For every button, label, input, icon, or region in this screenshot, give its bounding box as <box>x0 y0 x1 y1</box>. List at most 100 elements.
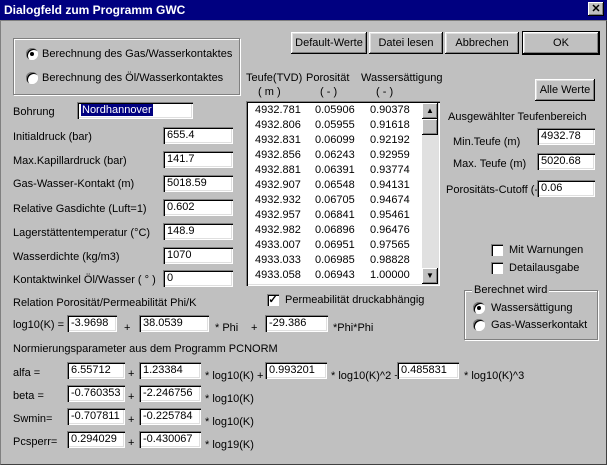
alfa-plus: + <box>128 368 135 380</box>
water-saturation-unit: ( - ) <box>376 86 394 98</box>
water-saturation-radio-label: Wassersättigung <box>491 302 573 314</box>
detail-output-checkbox[interactable] <box>491 262 503 274</box>
swmin-log-term: * log10(K) <box>205 416 254 428</box>
water-saturation-cell: 0.98828 <box>370 254 410 266</box>
contact-angle-label: Kontaktwinkel Öl/Wasser ( ° ) <box>13 274 156 286</box>
depth-unit: ( m ) <box>258 86 281 98</box>
depth-cell: 4932.982 <box>255 224 301 236</box>
water-saturation-cell: 0.92192 <box>370 134 410 146</box>
contact-angle-input[interactable]: 0 <box>163 270 233 287</box>
porosity-cutoff-label: Porositäts-Cutoff (-) <box>446 184 542 196</box>
porosity-cutoff-input[interactable]: 0.06 <box>537 180 595 197</box>
log-k-label: log10(K) = <box>13 319 65 331</box>
list-scrollbar[interactable]: ▲ ▼ <box>422 103 438 284</box>
alfa-3-input[interactable]: 0.993201 <box>265 362 327 379</box>
default-values-button[interactable]: Default-Werte <box>291 32 367 54</box>
ok-button[interactable]: OK <box>523 32 599 54</box>
gas-water-contact-radio[interactable] <box>473 319 485 331</box>
table-row[interactable]: 4932.781 0.05906 0.90378 <box>255 104 425 117</box>
alfa-4-input[interactable]: 0.485831 <box>397 362 459 379</box>
swmin-1-input[interactable]: -0.707811 <box>67 408 125 425</box>
pcsperr-2-input[interactable]: -0.430067 <box>139 431 201 448</box>
pcsperr-1-input[interactable]: 0.294029 <box>67 431 125 448</box>
table-row[interactable]: 4932.881 0.06391 0.93774 <box>255 164 425 177</box>
alfa-label: alfa = <box>13 367 41 379</box>
table-row[interactable]: 4932.806 0.05955 0.91618 <box>255 119 425 132</box>
beta-label: beta = <box>13 390 44 402</box>
mode-oil-water-radio[interactable] <box>26 72 38 84</box>
max-capillary-pressure-input[interactable]: 141.7 <box>163 151 233 168</box>
depth-cell: 4933.033 <box>255 254 301 266</box>
depth-cell: 4932.932 <box>255 194 301 206</box>
all-values-button[interactable]: Alle Werte <box>535 79 595 101</box>
relation-b-input[interactable]: 38.0539 <box>139 315 209 332</box>
scroll-thumb[interactable] <box>422 119 438 135</box>
scroll-down-icon[interactable]: ▼ <box>422 268 438 284</box>
table-row[interactable]: 4932.932 0.06705 0.94674 <box>255 194 425 207</box>
depth-cell: 4932.831 <box>255 134 301 146</box>
min-depth-input[interactable]: 4932.78 <box>537 128 595 145</box>
swmin-2-input[interactable]: -0.225784 <box>139 408 201 425</box>
max-depth-input[interactable]: 5020.68 <box>537 153 595 170</box>
alfa-log-term: * log10(K) + <box>205 370 264 382</box>
depth-cell: 4933.058 <box>255 269 301 281</box>
table-row[interactable]: 4932.856 0.06243 0.92959 <box>255 149 425 162</box>
table-row[interactable]: 4932.957 0.06841 0.95461 <box>255 209 425 222</box>
porosity-cell: 0.06548 <box>315 179 355 191</box>
table-row[interactable]: 4932.907 0.06548 0.94131 <box>255 179 425 192</box>
close-icon[interactable]: ✕ <box>588 2 604 16</box>
pcsperr-log-term: * log19(K) <box>205 439 254 451</box>
beta-log-term: * log10(K) <box>205 393 254 405</box>
title-bar: Dialogfeld zum Programm GWC ✕ <box>0 0 607 20</box>
initial-pressure-input[interactable]: 655.4 <box>163 127 233 144</box>
alfa-2-input[interactable]: 1.23384 <box>139 362 201 379</box>
table-row[interactable]: 4932.831 0.06099 0.92192 <box>255 134 425 147</box>
water-saturation-radio[interactable] <box>473 302 485 314</box>
warnings-label: Mit Warnungen <box>509 244 584 256</box>
water-saturation-cell: 0.91618 <box>370 119 410 131</box>
warnings-checkbox[interactable] <box>491 244 503 256</box>
depth-cell: 4932.881 <box>255 164 301 176</box>
porosity-unit: ( - ) <box>320 86 338 98</box>
table-row[interactable]: 4933.058 0.06943 1.00000 <box>255 269 425 282</box>
reservoir-temperature-label: Lagerstättentemperatur (°C) <box>13 227 151 239</box>
cancel-button[interactable]: Abbrechen <box>445 32 519 54</box>
depth-cell: 4932.781 <box>255 104 301 116</box>
pressure-dependent-checkbox[interactable]: ✓ <box>267 294 279 306</box>
load-file-button[interactable]: Datei lesen <box>369 32 443 54</box>
window-title: Dialogfeld zum Programm GWC <box>4 3 186 17</box>
well-input[interactable]: Nordhannover <box>77 102 193 119</box>
alfa-log3-term: * log10(K)^3 <box>464 370 525 382</box>
table-row[interactable]: 4933.007 0.06951 0.97565 <box>255 239 425 252</box>
depth-header: Teufe(TVD) <box>246 72 303 84</box>
beta-1-input[interactable]: -0.760353 <box>67 385 125 402</box>
water-saturation-cell: 1.00000 <box>370 269 410 281</box>
beta-plus: + <box>128 391 135 403</box>
porosity-cell: 0.06243 <box>315 149 355 161</box>
water-saturation-cell: 0.97565 <box>370 239 410 251</box>
selected-range-title: Ausgewählter Teufenbereich <box>448 111 587 123</box>
mode-gas-water-label: Berechnung des Gas/Wasserkontaktes <box>42 48 233 60</box>
alfa-1-input[interactable]: 6.55712 <box>67 362 125 379</box>
swmin-label: Swmin= <box>13 413 53 425</box>
relation-plus-2: + <box>251 322 258 334</box>
computed-group-title: Berechnet wird <box>472 284 550 296</box>
porosity-cell: 0.06099 <box>315 134 355 146</box>
normalization-title: Normierungsparameter aus dem Programm PC… <box>13 343 278 355</box>
beta-2-input[interactable]: -2.246756 <box>139 385 201 402</box>
relation-c-input[interactable]: -29.386 <box>265 315 328 332</box>
water-density-label: Wasserdichte (kg/m3) <box>13 251 120 263</box>
scroll-up-icon[interactable]: ▲ <box>422 103 438 119</box>
table-row[interactable]: 4932.982 0.06896 0.96476 <box>255 224 425 237</box>
water-density-input[interactable]: 1070 <box>163 247 233 264</box>
water-saturation-cell: 0.90378 <box>370 104 410 116</box>
relative-gas-density-input[interactable]: 0.602 <box>163 199 233 216</box>
gas-water-contact-input[interactable]: 5018.59 <box>163 175 233 192</box>
table-row[interactable]: 4933.033 0.06985 0.98828 <box>255 254 425 267</box>
relation-a-input[interactable]: -3.9698 <box>67 315 117 332</box>
water-saturation-header: Wassersättigung <box>361 72 443 84</box>
mode-group <box>13 38 240 95</box>
mode-gas-water-radio[interactable] <box>26 48 38 60</box>
reservoir-temperature-input[interactable]: 148.9 <box>163 223 233 240</box>
relation-title: Relation Porosität/Permeabilität Phi/K <box>13 297 197 309</box>
